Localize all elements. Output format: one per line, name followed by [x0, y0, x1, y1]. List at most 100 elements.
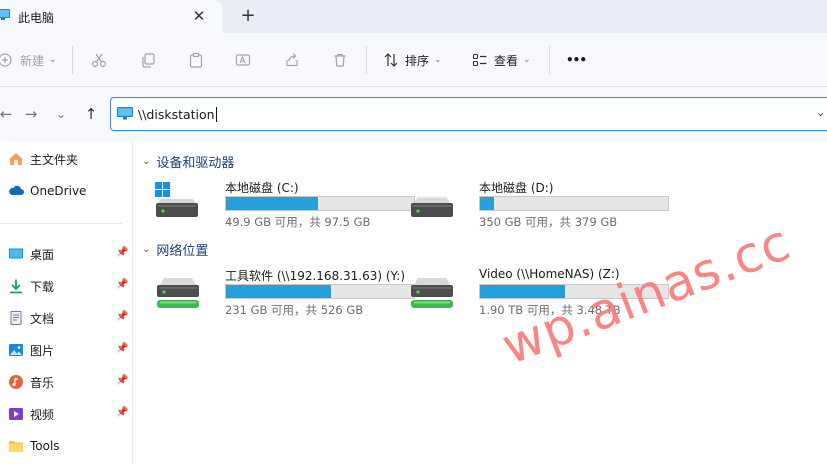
sidebar-item-documents[interactable]: 文档 📌 [8, 307, 132, 329]
copy-icon [142, 53, 155, 68]
new-button[interactable]: 新建 ⌄ [0, 33, 57, 87]
cut-button[interactable] [91, 33, 107, 87]
pin-icon[interactable]: 📌 [116, 407, 128, 418]
capacity-fill [226, 197, 318, 210]
rename-icon [235, 54, 251, 66]
content-pane: ⌄ 设备和驱动器 本地磁盘 (C:) 49.9 GB 可用，共 97.5 GB … [134, 141, 827, 464]
command-bar: 新建 ⌄ 排序 ⌄ 查看 ⌄ ••• [0, 33, 827, 87]
windows-drive-icon [155, 182, 198, 217]
sidebar-item-label: 下载 [30, 279, 55, 294]
capacity-bar [479, 196, 669, 211]
capacity-fill [226, 285, 332, 298]
divider [366, 46, 367, 74]
sidebar-item-music[interactable]: 音乐 📌 [8, 371, 132, 393]
share-button[interactable] [284, 33, 300, 87]
sidebar-divider [0, 223, 122, 224]
group-title: 设备和驱动器 [156, 155, 235, 171]
rename-button[interactable] [235, 33, 251, 87]
sort-button[interactable]: 排序 ⌄ [383, 33, 442, 87]
music-icon [8, 374, 24, 390]
more-options-button[interactable]: ••• [566, 33, 587, 87]
home-icon [8, 151, 24, 167]
pin-icon[interactable]: 📌 [116, 311, 128, 322]
document-icon [8, 310, 24, 326]
folder-icon [8, 438, 24, 454]
group-header-devices[interactable]: ⌄ 设备和驱动器 [142, 151, 234, 171]
drive-free-space: 350 GB 可用，共 379 GB [479, 215, 618, 229]
drive-name: 本地磁盘 (C:) [225, 181, 299, 195]
scissors-icon [91, 53, 107, 68]
download-icon [8, 278, 24, 294]
sort-label: 排序 [405, 53, 430, 68]
view-list-icon [472, 53, 487, 67]
pictures-icon [8, 342, 24, 358]
sidebar-item-label: 桌面 [30, 247, 55, 262]
paste-button[interactable] [188, 33, 204, 87]
drive-free-space: 49.9 GB 可用，共 97.5 GB [225, 215, 371, 229]
tab-title: 此电脑 [18, 11, 55, 25]
capacity-bar [225, 196, 415, 211]
new-label: 新建 [20, 53, 45, 68]
tab-strip: 此电脑 ✕ + [0, 0, 827, 33]
sidebar-item-label: 主文件夹 [30, 152, 79, 167]
sidebar-item-pictures[interactable]: 图片 📌 [8, 339, 132, 361]
cloud-icon [8, 183, 24, 199]
capacity-fill [480, 197, 495, 210]
hard-drive-icon [411, 196, 453, 217]
chevron-down-icon: ⌄ [434, 55, 442, 65]
back-arrow-icon[interactable]: ← [0, 103, 17, 125]
drive-name: Video (\\HomeNAS) (Z:) [479, 267, 620, 281]
network-drive-icon [157, 278, 199, 308]
clipboard-icon [189, 52, 203, 68]
group-header-network[interactable]: ⌄ 网络位置 [142, 239, 208, 259]
sidebar-item-downloads[interactable]: 下载 📌 [8, 275, 132, 297]
forward-arrow-icon[interactable]: → [20, 103, 42, 125]
drive-name: 本地磁盘 (D:) [479, 181, 554, 195]
address-input[interactable]: \\diskstation [138, 107, 217, 122]
computer-icon [0, 9, 10, 20]
divider [72, 46, 73, 74]
sidebar-item-label: 文档 [30, 311, 55, 326]
new-tab-button[interactable]: + [238, 6, 258, 26]
recent-locations-icon[interactable]: ⌄ [50, 103, 72, 125]
drive-item-d[interactable]: 本地磁盘 (D:) 350 GB 可用，共 379 GB [408, 179, 669, 229]
divider [549, 46, 550, 74]
capacity-bar [225, 284, 415, 299]
sidebar-item-label: 图片 [30, 343, 55, 358]
sidebar-item-desktop[interactable]: 桌面 📌 [8, 243, 132, 265]
sort-icon [384, 53, 398, 67]
desktop-icon [8, 246, 24, 262]
share-icon [286, 53, 298, 67]
pin-icon[interactable]: 📌 [116, 279, 128, 290]
sidebar-item-onedrive[interactable]: OneDrive [8, 180, 132, 202]
group-title: 网络位置 [156, 243, 209, 259]
navigation-bar: ← → ⌄ ↑ \\diskstation ⌄ [0, 87, 827, 141]
navigation-pane: 主文件夹 OneDrive 桌面 📌 下载 📌 文档 📌 图片 📌 音乐 📌 视… [0, 141, 133, 464]
address-bar[interactable]: \\diskstation ⌄ [110, 97, 827, 131]
computer-icon [117, 107, 133, 120]
capacity-fill [480, 285, 566, 298]
plus-circle-icon [0, 53, 12, 67]
sidebar-item-home[interactable]: 主文件夹 [8, 148, 132, 170]
delete-button[interactable] [332, 33, 348, 87]
pin-icon[interactable]: 📌 [116, 343, 128, 354]
sidebar-item-videos[interactable]: 视频 📌 [8, 403, 132, 425]
chevron-down-icon: ⌄ [523, 55, 531, 65]
tab-this-pc[interactable]: 此电脑 ✕ [0, 0, 222, 33]
up-arrow-icon[interactable]: ↑ [80, 103, 102, 125]
drive-item-y[interactable]: 工具软件 (\\192.168.31.63) (Y:) 231 GB 可用，共 … [154, 267, 415, 317]
pin-icon[interactable]: 📌 [116, 247, 128, 258]
address-dropdown-icon[interactable]: ⌄ [816, 106, 825, 119]
network-drive-icon [411, 278, 453, 308]
chevron-down-icon: ⌄ [142, 243, 151, 255]
pin-icon[interactable]: 📌 [116, 375, 128, 386]
sidebar-item-label: 音乐 [30, 375, 55, 390]
sidebar-item-tools[interactable]: Tools [8, 435, 132, 457]
chevron-down-icon: ⌄ [49, 55, 57, 65]
view-button[interactable]: 查看 ⌄ [472, 33, 531, 87]
view-label: 查看 [494, 53, 519, 68]
drive-name: 工具软件 (\\192.168.31.63) (Y:) [225, 269, 406, 283]
copy-button[interactable] [140, 33, 156, 87]
drive-item-c[interactable]: 本地磁盘 (C:) 49.9 GB 可用，共 97.5 GB [154, 179, 415, 229]
close-tab-icon[interactable]: ✕ [189, 6, 209, 26]
